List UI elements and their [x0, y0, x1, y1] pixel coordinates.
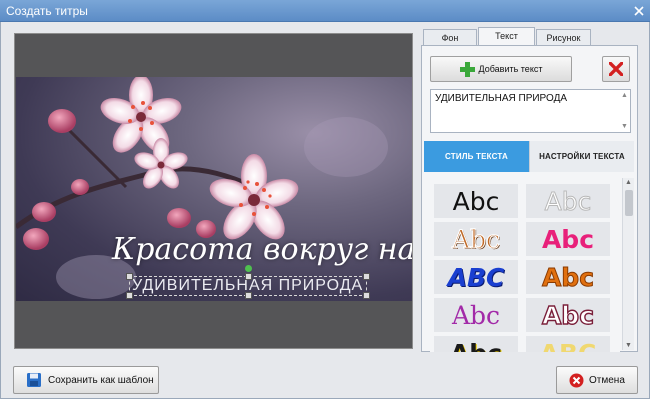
style-option[interactable]: Abc: [526, 222, 610, 256]
resize-handle[interactable]: [363, 292, 370, 299]
style-option[interactable]: Abc: [526, 298, 610, 332]
style-option[interactable]: Abc: [434, 222, 518, 256]
tab-label: Фон: [441, 33, 459, 43]
style-option[interactable]: ABC: [526, 336, 610, 352]
tab-text[interactable]: Текст: [478, 27, 535, 46]
resize-handle[interactable]: [363, 273, 370, 280]
style-sample: ABC: [540, 339, 597, 353]
style-sample: Abc: [541, 262, 595, 292]
save-icon: [26, 372, 42, 388]
resize-handle[interactable]: [245, 273, 252, 280]
scroll-up-icon[interactable]: ▲: [625, 179, 632, 186]
style-sample: Abc: [450, 339, 502, 353]
style-option[interactable]: Abc: [434, 184, 518, 218]
preview-title-text[interactable]: Красота вокруг нас: [112, 232, 412, 267]
style-option[interactable]: Abc: [434, 336, 518, 352]
style-sample: Abc: [451, 300, 501, 330]
close-icon[interactable]: [628, 0, 650, 22]
tab-label: Текст: [495, 31, 518, 41]
scroll-up-icon[interactable]: ▲: [621, 92, 628, 99]
subtab-label: НАСТРОЙКИ ТЕКСТА: [539, 152, 625, 161]
style-option[interactable]: Abc: [526, 184, 610, 218]
subtab-label: СТИЛЬ ТЕКСТА: [445, 152, 508, 161]
style-sample: ABC: [447, 262, 505, 292]
subtab-text-settings[interactable]: НАСТРОЙКИ ТЕКСТА: [529, 141, 634, 172]
plus-icon: [459, 61, 475, 77]
tab-image[interactable]: Рисунок: [536, 29, 591, 46]
style-option[interactable]: Abc: [434, 298, 518, 332]
style-option[interactable]: ABC: [434, 260, 518, 294]
text-style-grid: Abc Abc Abc Abc ABC Abc Abc Abc Abc ABC: [430, 178, 620, 352]
style-sample: Abc: [541, 224, 595, 254]
scrollbar-thumb[interactable]: [625, 190, 633, 216]
add-text-button[interactable]: Добавить текст: [430, 56, 572, 82]
tab-background[interactable]: Фон: [423, 29, 477, 46]
cancel-label: Отмена: [589, 374, 625, 386]
style-sample: Abc: [451, 224, 501, 254]
rotate-handle[interactable]: [245, 265, 252, 272]
preview-subtitle-selection[interactable]: УДИВИТЕЛЬНАЯ ПРИРОДА: [126, 265, 370, 299]
resize-handle[interactable]: [126, 273, 133, 280]
save-template-button[interactable]: Сохранить как шаблон: [13, 366, 159, 394]
style-sample: Abc: [452, 186, 500, 216]
style-sample: Abc: [541, 300, 595, 330]
resize-handle[interactable]: [245, 292, 252, 299]
preview-image[interactable]: Красота вокруг нас УДИВИТЕЛЬНАЯ ПРИРОДА: [16, 77, 412, 301]
window-title: Создать титры: [6, 4, 88, 18]
style-option[interactable]: Abc: [526, 260, 610, 294]
title-bar: Создать титры: [0, 0, 650, 22]
scroll-down-icon[interactable]: ▼: [621, 123, 628, 130]
tab-label: Рисунок: [546, 33, 581, 43]
text-input-value: УДИВИТЕЛЬНАЯ ПРИРОДА: [435, 93, 568, 104]
scroll-down-icon[interactable]: ▼: [625, 342, 632, 349]
style-grid-scrollbar[interactable]: ▲ ▼: [622, 178, 634, 350]
subtab-text-style[interactable]: СТИЛЬ ТЕКСТА: [424, 141, 529, 172]
save-template-label: Сохранить как шаблон: [48, 374, 154, 386]
cancel-button[interactable]: Отмена: [556, 366, 638, 394]
text-input[interactable]: УДИВИТЕЛЬНАЯ ПРИРОДА ▲ ▼: [430, 89, 631, 133]
add-text-label: Добавить текст: [478, 64, 543, 74]
delete-text-button[interactable]: [602, 56, 630, 82]
delete-icon: [609, 62, 623, 76]
resize-handle[interactable]: [126, 292, 133, 299]
cancel-icon: [569, 373, 584, 388]
style-sample: Abc: [544, 186, 592, 216]
